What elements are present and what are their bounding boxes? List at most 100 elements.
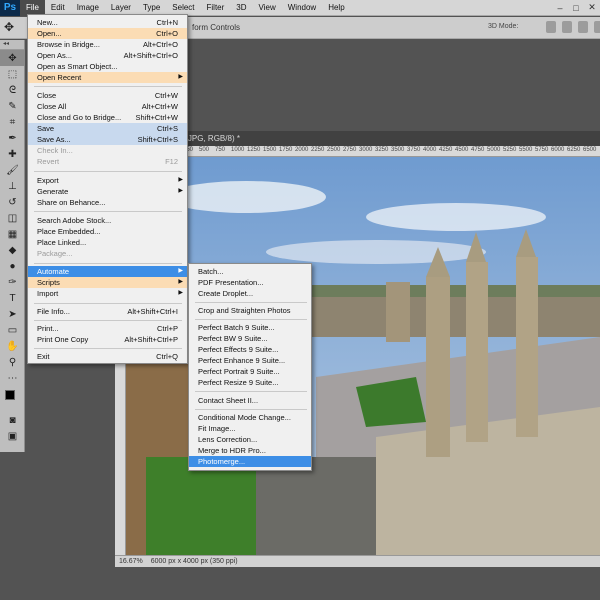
submenu-item-photomerge[interactable]: Photomerge... bbox=[189, 456, 311, 467]
eraser-tool-icon[interactable]: ◫ bbox=[0, 210, 25, 226]
menu-help[interactable]: Help bbox=[322, 0, 350, 16]
menu-item-file-info[interactable]: File Info... Alt+Shift+Ctrl+I bbox=[28, 306, 187, 317]
crop-tool-icon[interactable]: ⌗ bbox=[0, 114, 25, 130]
menu-item-share-on-behance[interactable]: Share on Behance... bbox=[28, 197, 187, 208]
brush-tool-icon[interactable]: 🖌 bbox=[0, 162, 25, 178]
3d-slide-icon[interactable] bbox=[594, 21, 600, 33]
ruler-tick: 2750 bbox=[343, 147, 357, 153]
submenu-item-crop-and-straighten[interactable]: Crop and Straighten Photos bbox=[189, 305, 311, 316]
shape-tool-icon[interactable]: ▭ bbox=[0, 322, 25, 338]
menu-item-print[interactable]: Print... Ctrl+P bbox=[28, 323, 187, 334]
document-info[interactable]: 6000 px x 4000 px (350 ppi) bbox=[151, 558, 238, 565]
menu-view[interactable]: View bbox=[253, 0, 282, 16]
ruler-tick: 6000 bbox=[551, 147, 565, 153]
submenu-item-batch[interactable]: Batch... bbox=[189, 266, 311, 277]
menu-item-close-and-go-to-bridge[interactable]: Close and Go to Bridge... Shift+Ctrl+W bbox=[28, 112, 187, 123]
lasso-tool-icon[interactable]: ᘓ bbox=[0, 82, 25, 98]
menu-item-save-as[interactable]: Save As... Shift+Ctrl+S bbox=[28, 134, 187, 145]
color-swatches[interactable] bbox=[0, 386, 25, 412]
menu-item-open-as-smart-object[interactable]: Open as Smart Object... bbox=[28, 61, 187, 72]
clone-stamp-tool-icon[interactable]: ⊥ bbox=[0, 178, 25, 194]
marquee-tool-icon[interactable]: ⬚ bbox=[0, 66, 25, 82]
submenu-item-pdf-presentation[interactable]: PDF Presentation... bbox=[189, 277, 311, 288]
menu-item-close[interactable]: Close Ctrl+W bbox=[28, 90, 187, 101]
menu-filter[interactable]: Filter bbox=[201, 0, 231, 16]
menu-item-exit[interactable]: Exit Ctrl+Q bbox=[28, 351, 187, 362]
eyedropper-tool-icon[interactable]: ✒ bbox=[0, 130, 25, 146]
ruler-tick: 1750 bbox=[279, 147, 293, 153]
submenu-arrow-icon: ▶ bbox=[178, 74, 183, 80]
pen-tool-icon[interactable]: ✑ bbox=[0, 274, 25, 290]
submenu-item-create-droplet[interactable]: Create Droplet... bbox=[189, 288, 311, 299]
screen-mode-icon[interactable]: ▣ bbox=[0, 428, 25, 444]
submenu-item-perfect-bw[interactable]: Perfect BW 9 Suite... bbox=[189, 333, 311, 344]
edit-toolbar-icon[interactable]: ⋯ bbox=[0, 370, 25, 386]
ruler-tick: 3000 bbox=[359, 147, 373, 153]
dodge-tool-icon[interactable]: ● bbox=[0, 258, 25, 274]
foreground-color-swatch[interactable] bbox=[5, 390, 15, 400]
status-bar: 16.67% 6000 px x 4000 px (350 ppi) bbox=[115, 555, 600, 567]
menu-item-export[interactable]: Export ▶ bbox=[28, 175, 187, 186]
zoom-tool-icon[interactable]: ⚲ bbox=[0, 354, 25, 370]
menu-item-place-embedded[interactable]: Place Embedded... bbox=[28, 226, 187, 237]
3d-pan-icon[interactable] bbox=[578, 21, 588, 33]
menu-3d[interactable]: 3D bbox=[230, 0, 252, 16]
menu-item-open-recent[interactable]: Open Recent ▶ bbox=[28, 72, 187, 83]
submenu-item-perfect-resize[interactable]: Perfect Resize 9 Suite... bbox=[189, 377, 311, 388]
menu-item-generate[interactable]: Generate ▶ bbox=[28, 186, 187, 197]
menu-item-new[interactable]: New... Ctrl+N bbox=[28, 17, 187, 28]
close-button[interactable]: ✕ bbox=[584, 0, 600, 16]
healing-brush-tool-icon[interactable]: ✚ bbox=[0, 146, 25, 162]
maximize-button[interactable]: □ bbox=[568, 0, 584, 16]
menu-item-close-all[interactable]: Close All Alt+Ctrl+W bbox=[28, 101, 187, 112]
menu-item-import[interactable]: Import ▶ bbox=[28, 288, 187, 299]
toolbar-grip-icon[interactable]: ◂◂ bbox=[0, 40, 24, 50]
ruler-tick: 4250 bbox=[439, 147, 453, 153]
move-tool-icon[interactable]: ✥ bbox=[0, 50, 25, 66]
menu-item-scripts[interactable]: Scripts ▶ bbox=[28, 277, 187, 288]
menu-separator bbox=[34, 320, 182, 321]
type-tool-icon[interactable]: T bbox=[0, 290, 25, 306]
hand-tool-icon[interactable]: ✋ bbox=[0, 338, 25, 354]
show-transform-controls-label[interactable]: form Controls bbox=[192, 23, 240, 32]
submenu-arrow-icon: ▶ bbox=[178, 268, 183, 274]
path-selection-tool-icon[interactable]: ➤ bbox=[0, 306, 25, 322]
blur-tool-icon[interactable]: ◆ bbox=[0, 242, 25, 258]
menu-item-save[interactable]: Save Ctrl+S bbox=[28, 123, 187, 134]
menu-item-print-one-copy[interactable]: Print One Copy Alt+Shift+Ctrl+P bbox=[28, 334, 187, 345]
minimize-button[interactable]: – bbox=[552, 0, 568, 16]
3d-mode-label: 3D Mode: bbox=[488, 23, 519, 30]
submenu-item-merge-to-hdr-pro[interactable]: Merge to HDR Pro... bbox=[189, 445, 311, 456]
quick-mask-icon[interactable]: ◙ bbox=[0, 412, 25, 428]
ruler-tick: 5500 bbox=[519, 147, 533, 153]
menu-item-place-linked[interactable]: Place Linked... bbox=[28, 237, 187, 248]
quick-selection-tool-icon[interactable]: ✎ bbox=[0, 98, 25, 114]
move-tool-preset-icon[interactable]: ✥ bbox=[4, 20, 20, 36]
submenu-item-perfect-portrait[interactable]: Perfect Portrait 9 Suite... bbox=[189, 366, 311, 377]
gradient-tool-icon[interactable]: ▦ bbox=[0, 226, 25, 242]
3d-rotate-icon[interactable] bbox=[546, 21, 556, 33]
submenu-item-lens-correction[interactable]: Lens Correction... bbox=[189, 434, 311, 445]
menu-window[interactable]: Window bbox=[282, 0, 322, 16]
submenu-arrow-icon: ▶ bbox=[178, 279, 183, 285]
menu-item-browse-in-bridge[interactable]: Browse in Bridge... Alt+Ctrl+O bbox=[28, 39, 187, 50]
submenu-item-conditional-mode-change[interactable]: Conditional Mode Change... bbox=[189, 412, 311, 423]
file-menu: New... Ctrl+N Open... Ctrl+O Browse in Bri… bbox=[27, 14, 188, 364]
submenu-item-contact-sheet[interactable]: Contact Sheet II... bbox=[189, 395, 311, 406]
ruler-tick: 5000 bbox=[487, 147, 501, 153]
ruler-tick: 5250 bbox=[503, 147, 517, 153]
submenu-item-perfect-effects[interactable]: Perfect Effects 9 Suite... bbox=[189, 344, 311, 355]
menu-item-search-adobe-stock[interactable]: Search Adobe Stock... bbox=[28, 215, 187, 226]
submenu-item-perfect-batch[interactable]: Perfect Batch 9 Suite... bbox=[189, 322, 311, 333]
menu-item-open[interactable]: Open... Ctrl+O bbox=[28, 28, 187, 39]
submenu-item-perfect-enhance[interactable]: Perfect Enhance 9 Suite... bbox=[189, 355, 311, 366]
submenu-item-fit-image[interactable]: Fit Image... bbox=[189, 423, 311, 434]
history-brush-tool-icon[interactable]: ↺ bbox=[0, 194, 25, 210]
menu-item-automate[interactable]: Automate ▶ bbox=[28, 266, 187, 277]
menu-item-check-in: Check In... bbox=[37, 146, 73, 155]
zoom-level[interactable]: 16.67% bbox=[119, 558, 143, 565]
3d-roll-icon[interactable] bbox=[562, 21, 572, 33]
ruler-tick: 2250 bbox=[311, 147, 325, 153]
menu-separator bbox=[34, 171, 182, 172]
menu-item-open-as[interactable]: Open As... Alt+Shift+Ctrl+O bbox=[28, 50, 187, 61]
